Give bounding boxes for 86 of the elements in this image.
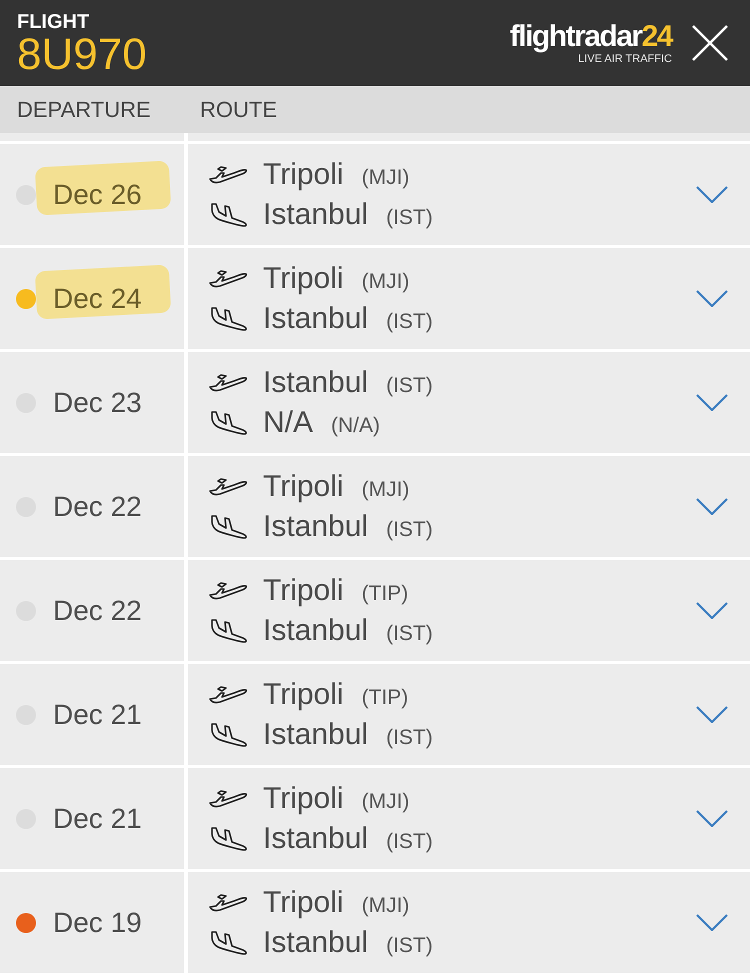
departure-date: Dec 21 (53, 700, 142, 728)
chevron-down-icon[interactable] (696, 186, 728, 203)
city-name: N/A (263, 408, 314, 438)
plane-takeoff-icon (208, 268, 248, 290)
city-name: Tripoli (263, 472, 344, 502)
chevron-down-icon[interactable] (696, 706, 728, 723)
plane-landing-icon (208, 618, 248, 644)
plane-landing-icon (208, 930, 248, 956)
airport-code: (IST) (386, 935, 433, 956)
airport-code: (MJI) (362, 271, 410, 292)
city-name: Istanbul (263, 928, 368, 958)
date-cell[interactable]: Dec 22 (0, 560, 184, 661)
city-name: Tripoli (263, 680, 344, 710)
plane-takeoff-icon (208, 892, 248, 914)
route-cell[interactable]: Tripoli (MJI) Istanbul (IST) (188, 872, 750, 973)
airport-code: (IST) (386, 623, 433, 644)
date-cell[interactable]: Dec 26 (0, 144, 184, 245)
date-cell[interactable]: Dec 21 (0, 664, 184, 765)
airport-code: (IST) (386, 311, 433, 332)
departure-date: Dec 26 (53, 180, 142, 208)
city-name: Istanbul (263, 720, 368, 750)
flightradar-logo: flightradar24 LIVE AIR TRAFFIC (510, 22, 672, 64)
chevron-down-icon[interactable] (696, 602, 728, 619)
airport-code: (IST) (386, 207, 433, 228)
plane-landing-icon (208, 306, 248, 332)
route-cell[interactable]: Tripoli (MJI) Istanbul (IST) (188, 768, 750, 869)
departure-date: Dec 22 (53, 492, 142, 520)
city-name: Tripoli (263, 784, 344, 814)
airport-code: (MJI) (362, 479, 410, 500)
airport-code: (TIP) (362, 583, 408, 604)
city-name: Tripoli (263, 264, 344, 294)
airport-code: (MJI) (362, 167, 410, 188)
plane-landing-icon (208, 410, 248, 436)
route-cell[interactable]: Istanbul (IST) N/A (N/A) (188, 352, 750, 453)
plane-landing-icon (208, 514, 248, 540)
flight-label: FLIGHT (17, 12, 90, 32)
airport-code: (IST) (386, 727, 433, 748)
departure-date: Dec 21 (53, 804, 142, 832)
date-cell[interactable]: Dec 19 (0, 872, 184, 973)
city-name: Istanbul (263, 304, 368, 334)
city-name: Istanbul (263, 368, 368, 398)
date-cell[interactable]: Dec 21 (0, 768, 184, 869)
flight-number: 8U970 (17, 32, 147, 76)
route-cell[interactable]: Tripoli (MJI) Istanbul (IST) (188, 144, 750, 245)
plane-takeoff-icon (208, 372, 248, 394)
date-cell[interactable]: Dec 24 (0, 248, 184, 349)
airport-code: (TIP) (362, 687, 408, 708)
route-cell[interactable]: Tripoli (MJI) Istanbul (IST) (188, 456, 750, 557)
airport-code: (IST) (386, 375, 433, 396)
city-name: Tripoli (263, 160, 344, 190)
plane-takeoff-icon (208, 788, 248, 810)
chevron-down-icon[interactable] (696, 810, 728, 827)
plane-landing-icon (208, 722, 248, 748)
column-header: ROUTE (200, 98, 277, 120)
plane-landing-icon (208, 826, 248, 852)
route-cell[interactable]: Tripoli (MJI) Istanbul (IST) (188, 248, 750, 349)
plane-takeoff-icon (208, 684, 248, 706)
airport-code: (MJI) (362, 895, 410, 916)
airport-code: (IST) (386, 519, 433, 540)
city-name: Istanbul (263, 200, 368, 230)
departure-date: Dec 19 (53, 908, 142, 936)
city-name: Tripoli (263, 576, 344, 606)
airport-code: (N/A) (331, 415, 380, 436)
date-cell[interactable]: Dec 22 (0, 456, 184, 557)
close-icon[interactable] (692, 25, 728, 61)
departure-date: Dec 22 (53, 596, 142, 624)
chevron-down-icon[interactable] (696, 290, 728, 307)
chevron-down-icon[interactable] (696, 498, 728, 515)
airport-code: (IST) (386, 831, 433, 852)
chevron-down-icon[interactable] (696, 914, 728, 931)
chevron-down-icon[interactable] (696, 394, 728, 411)
departure-date: Dec 24 (53, 284, 142, 312)
departure-date: Dec 23 (53, 388, 142, 416)
city-name: Istanbul (263, 824, 368, 854)
airport-code: (MJI) (362, 791, 410, 812)
plane-takeoff-icon (208, 164, 248, 186)
city-name: Tripoli (263, 888, 344, 918)
city-name: Istanbul (263, 512, 368, 542)
plane-takeoff-icon (208, 476, 248, 498)
column-header: DEPARTURE (17, 98, 152, 120)
plane-takeoff-icon (208, 580, 248, 602)
route-cell[interactable]: Tripoli (TIP) Istanbul (IST) (188, 664, 750, 765)
route-cell[interactable]: Tripoli (TIP) Istanbul (IST) (188, 560, 750, 661)
city-name: Istanbul (263, 616, 368, 646)
date-cell[interactable]: Dec 23 (0, 352, 184, 453)
plane-landing-icon (208, 202, 248, 228)
